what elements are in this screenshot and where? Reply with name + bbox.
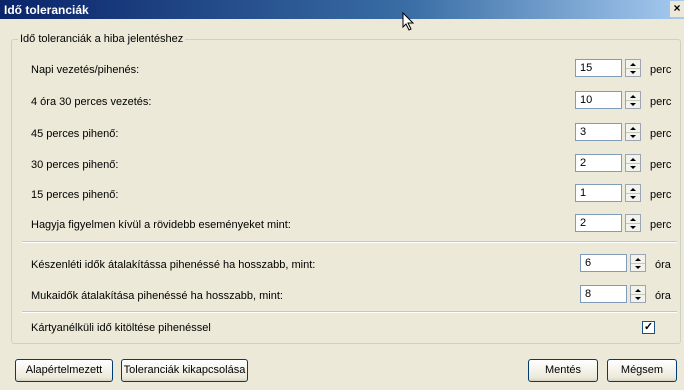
spin-down-icon[interactable] bbox=[626, 163, 640, 171]
standby-conversion-input[interactable]: 6 bbox=[580, 254, 627, 272]
row-label-4h30-driving: 4 óra 30 perces vezetés: bbox=[31, 96, 152, 108]
unit-label: perc bbox=[650, 219, 672, 231]
cardless-fill-checkbox[interactable]: ✓ bbox=[642, 321, 655, 334]
title-bar: Idő toleranciák × bbox=[0, 0, 684, 19]
rest-15min-spinner[interactable] bbox=[625, 184, 641, 202]
daily-driving-spinner[interactable] bbox=[625, 59, 641, 77]
row-label-30min-rest: 30 perces pihenő: bbox=[31, 159, 119, 171]
row-label-45min-rest: 45 perces pihenő: bbox=[31, 128, 119, 140]
unit-label: perc bbox=[650, 128, 672, 140]
spin-down-icon[interactable] bbox=[631, 294, 645, 302]
driving-4h30-spinner[interactable] bbox=[625, 91, 641, 109]
row-label-standby-conversion: Készenléti idők átalakítássa pihenéssé h… bbox=[31, 259, 316, 271]
row-label-15min-rest: 15 perces pihenő: bbox=[31, 189, 119, 201]
group-legend: Idő toleranciák a hiba jelentéshez bbox=[18, 33, 186, 45]
unit-label: perc bbox=[650, 96, 672, 108]
defaults-button[interactable]: Alapértelmezett bbox=[15, 359, 113, 382]
ignore-shorter-input[interactable]: 2 bbox=[575, 214, 622, 232]
unit-label: óra bbox=[655, 259, 671, 271]
standby-conversion-spinner[interactable] bbox=[630, 254, 646, 272]
disable-tolerances-button[interactable]: Toleranciák kikapcsolása bbox=[121, 359, 248, 382]
cardless-fill-label: Kártyanélküli idő kitöltése pihenéssel bbox=[31, 322, 211, 334]
row-label-work-conversion: Mukaidők átalakítása pihenéssé ha hossza… bbox=[31, 290, 283, 302]
close-button[interactable]: × bbox=[670, 1, 684, 17]
window-title: Idő toleranciák bbox=[4, 3, 89, 17]
rest-15min-input[interactable]: 1 bbox=[575, 184, 622, 202]
rest-30min-input[interactable]: 2 bbox=[575, 154, 622, 172]
spin-down-icon[interactable] bbox=[626, 132, 640, 140]
row-label-ignore-shorter: Hagyja figyelmen kívül a rövidebb esemén… bbox=[31, 219, 291, 231]
spin-down-icon[interactable] bbox=[626, 68, 640, 76]
spin-down-icon[interactable] bbox=[626, 223, 640, 231]
save-button[interactable]: Mentés bbox=[528, 359, 598, 382]
separator bbox=[22, 241, 677, 243]
rest-45min-spinner[interactable] bbox=[625, 123, 641, 141]
spin-down-icon[interactable] bbox=[626, 100, 640, 108]
spin-down-icon[interactable] bbox=[626, 193, 640, 201]
daily-driving-input[interactable]: 15 bbox=[575, 59, 622, 77]
work-conversion-input[interactable]: 8 bbox=[580, 285, 627, 303]
rest-30min-spinner[interactable] bbox=[625, 154, 641, 172]
unit-label: perc bbox=[650, 64, 672, 76]
unit-label: perc bbox=[650, 189, 672, 201]
row-label-daily-driving: Napi vezetés/pihenés: bbox=[31, 64, 140, 76]
work-conversion-spinner[interactable] bbox=[630, 285, 646, 303]
rest-45min-input[interactable]: 3 bbox=[575, 123, 622, 141]
cancel-button[interactable]: Mégsem bbox=[607, 359, 677, 382]
mouse-cursor-icon bbox=[402, 12, 415, 31]
driving-4h30-input[interactable]: 10 bbox=[575, 91, 622, 109]
ignore-shorter-spinner[interactable] bbox=[625, 214, 641, 232]
unit-label: perc bbox=[650, 159, 672, 171]
unit-label: óra bbox=[655, 290, 671, 302]
separator bbox=[22, 311, 677, 313]
spin-down-icon[interactable] bbox=[631, 263, 645, 271]
